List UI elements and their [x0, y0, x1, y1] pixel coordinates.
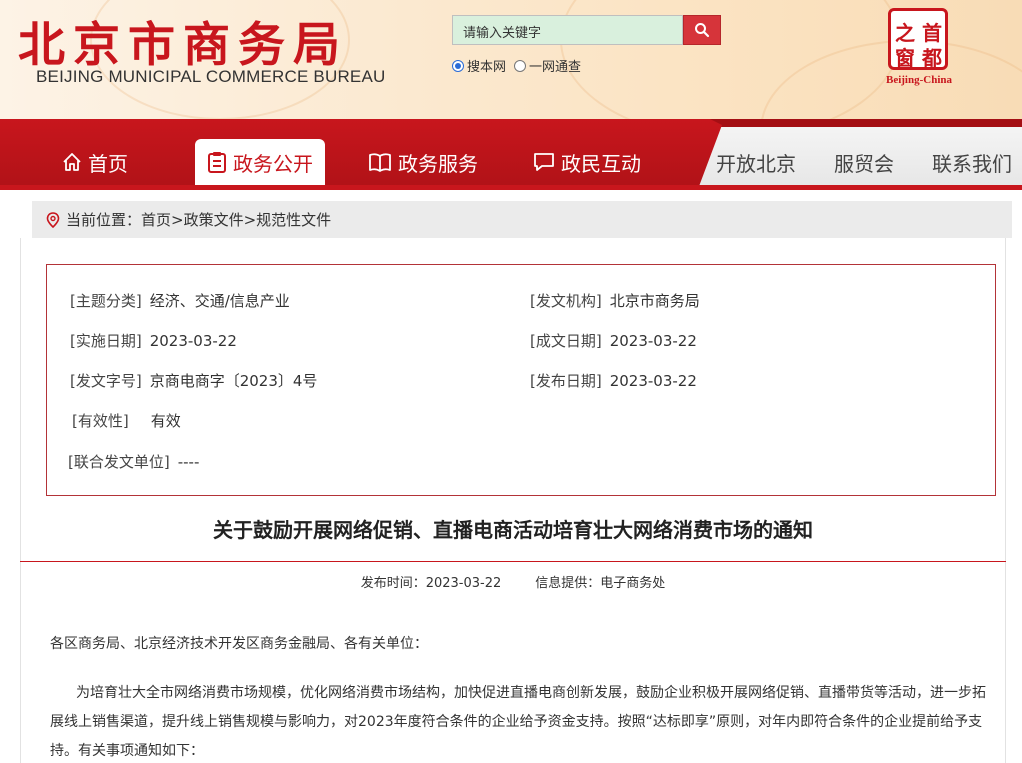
seal-char: 窗 [895, 46, 915, 70]
meta-published-date: [发布日期] 2023-03-22 [530, 370, 697, 391]
nav-label: 政务服务 [398, 151, 478, 176]
main-nav: 首页 政务公开 政务服务 政民互动 开放北京 服贸会 联系我们 [0, 119, 1022, 190]
scope-option-label: 搜本网 [467, 60, 507, 75]
meta-label: [联合发文单位] [68, 453, 170, 471]
article-body-line: 持。有关事项通知如下： [50, 743, 204, 759]
nav-item-gov-services[interactable]: 政务服务 [368, 139, 478, 185]
meta-value: 2023-03-22 [609, 372, 697, 390]
scope-option-site[interactable]: 搜本网 [452, 56, 506, 75]
nav-item-ciftis[interactable]: 服贸会 [834, 139, 894, 185]
meta-value: 2023-03-22 [149, 332, 237, 350]
meta-value: 2023-03-22 [609, 332, 697, 350]
breadcrumb: 当前位置： 首页>政策文件>规范性文件 [32, 201, 1012, 238]
nav-underline [0, 185, 1022, 190]
seal-icon: 之 首 窗 都 [888, 8, 948, 70]
radio-unselected[interactable] [514, 59, 527, 72]
scope-option-all[interactable]: 一网通查 [514, 56, 581, 75]
article-title: 关于鼓励开展网络促销、直播电商活动培育壮大网络消费市场的通知 [213, 518, 813, 542]
location-pin-icon [46, 211, 60, 228]
meta-issuer: [发文机构] 北京市商务局 [530, 290, 700, 311]
beijing-china-logo[interactable]: 之 首 窗 都 Beijing-China [882, 8, 954, 90]
nav-label: 政民互动 [561, 151, 641, 176]
site-logo-cn[interactable]: 北京市商务局 [18, 6, 348, 75]
meta-effective-date: [实施日期] 2023-03-22 [70, 330, 237, 351]
nav-label: 首页 [88, 151, 128, 176]
site-logo-en: BEIJING MUNICIPAL COMMERCE BUREAU [36, 67, 386, 86]
search-button[interactable] [683, 15, 721, 45]
nav-item-interaction[interactable]: 政民互动 [533, 139, 641, 185]
home-icon [63, 153, 81, 171]
breadcrumb-trail[interactable]: 首页>政策文件>规范性文件 [141, 209, 331, 230]
meta-label: [实施日期] [70, 332, 142, 350]
article-meta: 发布时间：2023-03-22 信息提供：电子商务处 [20, 572, 1006, 591]
meta-value: 京商电商字〔2023〕4号 [149, 372, 318, 390]
search-icon [695, 23, 710, 38]
radio-selected[interactable] [452, 59, 464, 72]
meta-label: [成文日期] [530, 332, 602, 350]
breadcrumb-prefix: 当前位置： [66, 211, 142, 229]
meta-label: [主题分类] [70, 292, 142, 310]
title-divider [20, 561, 1006, 562]
search-input[interactable]: 请输入关键字 [452, 15, 683, 45]
meta-value: 经济、交通/信息产业 [149, 292, 290, 310]
document-metadata: [主题分类] 经济、交通/信息产业 [发文机构] 北京市商务局 [实施日期] 2023… [46, 264, 996, 496]
meta-value: ---- [177, 453, 200, 471]
article-body-line: 展线上销售渠道，提升线上销售规模与影响力，对2023年度符合条件的企业给予资金支… [50, 714, 983, 730]
meta-written-date: [成文日期] 2023-03-22 [530, 330, 697, 351]
seal-caption: Beijing-China [885, 74, 952, 86]
meta-label: [发文机构] [530, 292, 602, 310]
nav-label: 政务公开 [233, 151, 313, 176]
nav-item-gov-affairs[interactable]: 政务公开 [195, 139, 325, 185]
meta-joint-issuer: [联合发文单位] ---- [68, 451, 199, 472]
meta-topic: [主题分类] 经济、交通/信息产业 [70, 290, 290, 311]
site-header: 北京市商务局 BEIJING MUNICIPAL COMMERCE BUREAU… [0, 0, 1022, 126]
meta-label: [发布日期] [530, 372, 602, 390]
info-source: 信息提供：电子商务处 [535, 576, 666, 591]
book-icon [369, 153, 391, 172]
scope-option-label: 一网通查 [529, 60, 582, 75]
nav-item-contact[interactable]: 联系我们 [932, 139, 1012, 185]
meta-validity: [有效性] 有效 [72, 410, 181, 431]
meta-value: 有效 [150, 412, 181, 430]
clipboard-icon [208, 152, 226, 173]
meta-document-number: [发文字号] 京商电商字〔2023〕4号 [70, 370, 317, 391]
nav-item-open-beijing[interactable]: 开放北京 [716, 139, 796, 185]
article-body-line: 为培育壮大全市网络消费市场规模，优化网络消费市场结构，加快促进直播电商创新发展，… [76, 685, 986, 701]
seal-char: 都 [922, 46, 942, 70]
meta-value: 北京市商务局 [609, 292, 700, 310]
meta-label: [有效性] [72, 412, 129, 430]
chat-icon [534, 153, 554, 171]
publish-time: 发布时间：2023-03-22 [360, 576, 502, 591]
meta-label: [发文字号] [70, 372, 142, 390]
article-addressee: 各区商务局、北京经济技术开发区商务金融局、各有关单位： [50, 636, 428, 652]
search-scope: 搜本网 一网通查 [452, 56, 589, 75]
nav-item-home[interactable]: 首页 [62, 139, 128, 185]
